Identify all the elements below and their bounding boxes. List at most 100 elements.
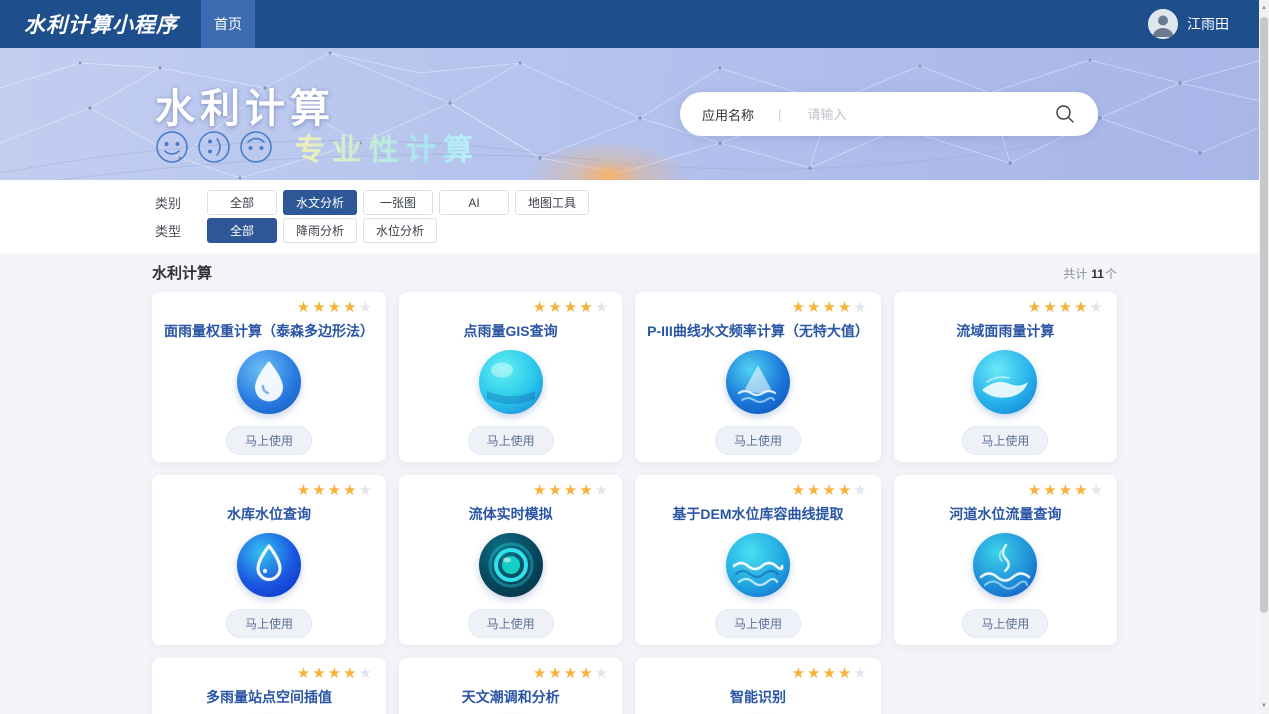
glow-decoration [528, 140, 688, 180]
use-now-button[interactable]: 马上使用 [226, 609, 312, 638]
section-title: 水利计算 [152, 262, 212, 283]
star-filled-icon: ★ [838, 299, 853, 316]
use-now-button[interactable]: 马上使用 [715, 609, 801, 638]
filter-row-0-option-1[interactable]: 水文分析 [283, 190, 357, 215]
star-empty-icon: ★ [595, 482, 610, 499]
star-filled-icon: ★ [822, 299, 837, 316]
filter-row-0-option-0[interactable]: 全部 [207, 190, 277, 215]
app-card[interactable]: ★★★★★ 多雨量站点空间插值 马上使用 [152, 658, 386, 714]
user-name: 江雨田 [1187, 14, 1229, 34]
search-field-label: 应用名称 [702, 105, 754, 124]
smiley-icon [197, 130, 231, 164]
filter-row-label: 类型 [155, 221, 207, 240]
app-card[interactable]: ★★★★★ 水库水位查询 马上使用 [152, 475, 386, 645]
filter-row-0-option-4[interactable]: 地图工具 [515, 190, 589, 215]
star-filled-icon: ★ [1059, 299, 1074, 316]
app-title: 智能识别 [647, 687, 869, 707]
count-prefix: 共计 [1063, 267, 1087, 281]
app-logo-title: 水利计算小程序 [0, 0, 178, 48]
star-filled-icon: ★ [1043, 482, 1058, 499]
filter-row-0-option-3[interactable]: AI [439, 190, 509, 215]
search-bar: 应用名称 | [680, 92, 1098, 136]
rating-stars: ★★★★★ [411, 483, 610, 499]
app-title: 多雨量站点空间插值 [164, 687, 374, 707]
app-card[interactable]: ★★★★★ 智能识别 马上使用 [635, 658, 881, 714]
app-icon [973, 533, 1037, 597]
smiley-icon [155, 130, 189, 164]
user-menu[interactable]: 江雨田 [1148, 0, 1269, 48]
use-now-button[interactable]: 马上使用 [468, 609, 554, 638]
filter-row-1-option-2[interactable]: 水位分析 [363, 218, 437, 243]
app-card[interactable]: ★★★★★ 河道水位流量查询 马上使用 [894, 475, 1117, 645]
star-filled-icon: ★ [807, 299, 822, 316]
count-value: 11 [1091, 267, 1104, 281]
scrollbar-down-arrow[interactable]: ▼ [1259, 699, 1269, 713]
search-divider: | [778, 107, 781, 122]
app-title: 基于DEM水位库容曲线提取 [647, 504, 869, 524]
use-now-button[interactable]: 马上使用 [962, 426, 1048, 455]
star-filled-icon: ★ [792, 482, 807, 499]
star-filled-icon: ★ [343, 665, 358, 682]
filter-row-label: 类别 [155, 193, 207, 212]
filter-row: 类别 全部水文分析一张图AI地图工具 [155, 190, 1269, 215]
app-icon [479, 350, 543, 414]
use-now-button[interactable]: 马上使用 [226, 426, 312, 455]
app-card[interactable]: ★★★★★ 流域面雨量计算 马上使用 [894, 292, 1117, 462]
scrollbar-up-arrow[interactable]: ▲ [1259, 1, 1269, 15]
star-empty-icon: ★ [853, 299, 868, 316]
filter-row-1-option-0[interactable]: 全部 [207, 218, 277, 243]
rating-stars: ★★★★★ [411, 666, 610, 682]
use-now-button[interactable]: 马上使用 [468, 426, 554, 455]
rating-stars: ★★★★★ [647, 666, 869, 682]
user-avatar-icon[interactable] [1148, 9, 1178, 39]
smiley-icon [239, 130, 273, 164]
count-suffix: 个 [1105, 267, 1117, 281]
nav-tab-home[interactable]: 首页 [201, 0, 255, 48]
app-card[interactable]: ★★★★★ 基于DEM水位库容曲线提取 马上使用 [635, 475, 881, 645]
app-card[interactable]: ★★★★★ 流体实时模拟 马上使用 [399, 475, 622, 645]
scrollbar-thumb[interactable] [1260, 17, 1268, 613]
use-now-button[interactable]: 马上使用 [962, 609, 1048, 638]
rating-stars: ★★★★★ [411, 300, 610, 316]
star-filled-icon: ★ [792, 665, 807, 682]
star-filled-icon: ★ [1028, 482, 1043, 499]
page: 水利计算小程序 首页 江雨田 [0, 0, 1269, 714]
star-filled-icon: ★ [312, 482, 327, 499]
search-icon[interactable] [1054, 103, 1076, 125]
hero-banner: 水利计算 专业性计算 应用名称 | [0, 48, 1269, 180]
star-filled-icon: ★ [807, 665, 822, 682]
app-card[interactable]: ★★★★★ P-III曲线水文频率计算（无特大值） 马上使用 [635, 292, 881, 462]
star-empty-icon: ★ [359, 299, 374, 316]
app-title: 面雨量权重计算（泰森多边形法） [164, 321, 374, 341]
app-icon [237, 350, 301, 414]
star-filled-icon: ★ [564, 482, 579, 499]
use-now-button[interactable]: 马上使用 [715, 426, 801, 455]
scrollbar[interactable]: ▲ ▼ [1259, 0, 1269, 714]
app-title: 点雨量GIS查询 [411, 321, 610, 341]
star-filled-icon: ★ [838, 482, 853, 499]
rating-stars: ★★★★★ [906, 483, 1105, 499]
filter-row-1-option-1[interactable]: 降雨分析 [283, 218, 357, 243]
star-filled-icon: ★ [312, 299, 327, 316]
app-card[interactable]: ★★★★★ 天文潮调和分析 马上使用 [399, 658, 622, 714]
star-filled-icon: ★ [297, 299, 312, 316]
star-filled-icon: ★ [1074, 482, 1089, 499]
section-header: 水利计算 共计 11个 [152, 253, 1117, 283]
star-empty-icon: ★ [595, 665, 610, 682]
rating-stars: ★★★★★ [647, 483, 869, 499]
filter-row-0-option-2[interactable]: 一张图 [363, 190, 433, 215]
app-card[interactable]: ★★★★★ 点雨量GIS查询 马上使用 [399, 292, 622, 462]
star-filled-icon: ★ [564, 665, 579, 682]
filter-row: 类型 全部降雨分析水位分析 [155, 218, 1269, 243]
search-input[interactable] [807, 107, 1054, 122]
star-filled-icon: ★ [579, 665, 594, 682]
app-icon [479, 533, 543, 597]
star-filled-icon: ★ [533, 665, 548, 682]
star-filled-icon: ★ [1028, 299, 1043, 316]
app-card[interactable]: ★★★★★ 面雨量权重计算（泰森多边形法） 马上使用 [152, 292, 386, 462]
nav-tabs: 首页 [201, 0, 255, 48]
rating-stars: ★★★★★ [164, 483, 374, 499]
star-filled-icon: ★ [312, 665, 327, 682]
star-filled-icon: ★ [579, 482, 594, 499]
star-filled-icon: ★ [822, 665, 837, 682]
